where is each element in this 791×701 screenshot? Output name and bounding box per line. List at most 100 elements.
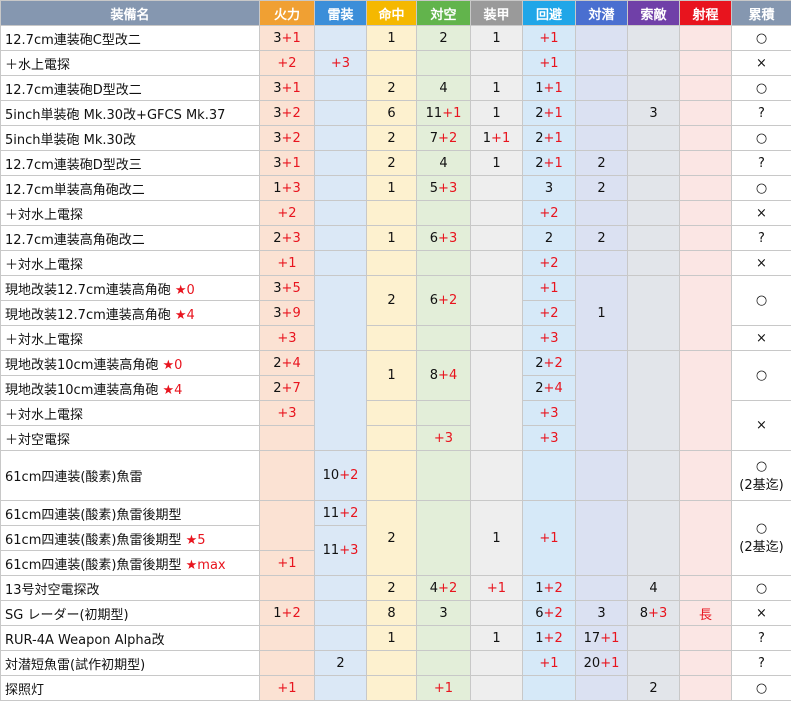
stat-cell-evasion: 6+2 <box>522 600 576 626</box>
column-header-torpedo: 雷装 <box>314 0 367 26</box>
equipment-name: 12.7cm連装高角砲改二 <box>0 225 260 251</box>
stat-cell-anti-air <box>416 650 471 676</box>
stat-cell-stacking: ○ <box>731 125 791 151</box>
base-value: ○ <box>755 30 768 46</box>
stat-cell-stacking: ○ (2基迄) <box>731 450 791 501</box>
base-value: 2 <box>387 580 396 596</box>
stat-cell-evasion: 2 <box>522 225 576 251</box>
column-header-accuracy: 命中 <box>366 0 417 26</box>
bonus-value: +3 <box>539 430 559 446</box>
table-row: 12.7cm連装高角砲改二 2+3 1 6+3 2 2? <box>0 225 791 251</box>
base-value: × <box>756 605 767 621</box>
equipment-name: ＋対水上電探 <box>0 325 260 351</box>
base-value: ○ <box>755 680 768 696</box>
equipment-name: 5inch単装砲 Mk.30改 <box>0 125 260 151</box>
stat-cell-range <box>679 575 732 601</box>
table-body: 12.7cm連装砲C型改二 3+1 1 2 1 +1 ○ ＋水上電探 +2 +3 +1 × 12.7cm… <box>0 25 791 701</box>
table-row: 対潜短魚雷(試作初期型) 2 +1 20+1? <box>0 650 791 676</box>
equipment-name: 61cm四連装(酸素)魚雷後期型 ★max <box>0 550 260 576</box>
stat-cell-accuracy <box>366 675 417 701</box>
base-value: 2 <box>649 680 658 696</box>
base-value: 6 <box>429 230 439 246</box>
stat-cell-stacking: ? <box>731 225 791 251</box>
stat-cell-firepower: +3 <box>259 400 315 426</box>
stat-cell-firepower <box>259 625 315 651</box>
equipment-name: 12.7cm単装高角砲改二 <box>0 175 260 201</box>
base-value: 11 <box>322 543 340 558</box>
stat-cell-range <box>679 350 732 451</box>
base-value: ? <box>758 230 765 246</box>
bonus-value: +1 <box>543 130 563 146</box>
bonus-value: 長 <box>698 607 712 623</box>
base-value: 4 <box>439 155 448 171</box>
stat-cell-asw <box>575 125 628 151</box>
stat-cell-stacking: ? <box>731 650 791 676</box>
stat-cell-firepower: 3+9 <box>259 300 315 326</box>
equipment-bonus-table: 装備名 火力 雷装 命中 対空 装甲 回避 対潜 索敵 射程 累積 12.7cm連装砲C型改二 3+1… <box>0 0 791 701</box>
stat-cell-stacking: ? <box>731 625 791 651</box>
stat-cell-anti-air <box>416 400 471 426</box>
base-value: 1 <box>273 605 282 621</box>
stat-cell-evasion: +3 <box>522 325 576 351</box>
base-value: 6 <box>387 105 396 121</box>
stat-cell-range <box>679 650 732 676</box>
base-value: 5inch単装砲 Mk.30改+GFCS Mk.37 <box>5 107 226 123</box>
equipment-name: 61cm四連装(酸素)魚雷 <box>0 450 260 501</box>
stat-cell-los <box>627 150 680 176</box>
bonus-value: +3 <box>438 180 458 196</box>
base-value: RUR-4A Weapon Alpha改 <box>5 632 165 648</box>
stat-cell-range: 長 <box>679 600 732 626</box>
bonus-value: +2 <box>277 205 297 221</box>
stat-cell-torpedo <box>314 625 367 651</box>
stat-cell-firepower: 2+3 <box>259 225 315 251</box>
table-row: 61cm四連装(酸素)魚雷後期型 11+2 2 1 +1 ○ (2基迄) <box>0 500 791 576</box>
equipment-name: 13号対空電探改 <box>0 575 260 601</box>
base-value: 現地改装12.7cm連装高角砲 <box>5 307 175 323</box>
stat-cell-armor: 1 <box>470 150 523 176</box>
base-value: 1 <box>535 580 544 596</box>
stat-cell-accuracy <box>366 400 417 426</box>
table-row: RUR-4A Weapon Alpha改 1 1 1+2 17+1? <box>0 625 791 651</box>
stat-cell-armor: 1 <box>470 75 523 101</box>
stat-cell-stacking: ○ <box>731 275 791 326</box>
stat-cell-evasion: +2 <box>522 200 576 226</box>
stat-cell-stacking: ○ <box>731 25 791 51</box>
base-value: 現地改装10cm連装高角砲 <box>5 382 163 398</box>
stat-cell-los <box>627 450 680 501</box>
stat-cell-torpedo: 2 <box>314 650 367 676</box>
stat-cell-evasion: 3 <box>522 175 576 201</box>
bonus-value: +2 <box>543 580 563 596</box>
base-value: 4 <box>429 580 439 596</box>
base-value: 1 <box>387 30 396 46</box>
base-value: 3 <box>273 130 282 146</box>
stat-cell-range <box>679 125 732 151</box>
stat-cell-asw: 20+1 <box>575 650 628 676</box>
bonus-value: +1 <box>277 255 297 271</box>
base-value: ＋水上電探 <box>5 57 71 73</box>
stat-cell-stacking: × <box>731 600 791 626</box>
stat-cell-armor <box>470 200 523 226</box>
stat-cell-torpedo <box>314 100 367 126</box>
stat-cell-los <box>627 25 680 51</box>
stat-cell-armor <box>470 275 523 326</box>
stat-cell-armor <box>470 250 523 276</box>
base-value: ＋対水上電探 <box>5 257 84 273</box>
stat-cell-anti-air: +3 <box>416 425 471 451</box>
stat-cell-accuracy <box>366 450 417 501</box>
stat-cell-evasion: 2+1 <box>522 100 576 126</box>
base-value: 4 <box>439 80 448 96</box>
stat-cell-range <box>679 500 732 576</box>
stat-cell-los <box>627 650 680 676</box>
bonus-value: +2 <box>339 468 359 483</box>
base-value: 61cm四連装(酸素)魚雷後期型 <box>5 557 186 573</box>
stat-cell-armor <box>470 450 523 501</box>
table-row: 現地改装12.7cm連装高角砲 ★0 3+5 2 6+2 +1 1 ○ <box>0 275 791 351</box>
stat-cell-stacking: ○ (2基迄) <box>731 500 791 576</box>
bonus-value: +1 <box>543 80 563 96</box>
base-value: 現地改装12.7cm連装高角砲 <box>5 282 175 298</box>
base-value: 2 <box>387 530 396 546</box>
stat-cell-accuracy <box>366 425 417 451</box>
stat-cell-asw <box>575 675 628 701</box>
base-value: 2 <box>273 230 282 246</box>
stat-cell-stacking: × <box>731 200 791 226</box>
